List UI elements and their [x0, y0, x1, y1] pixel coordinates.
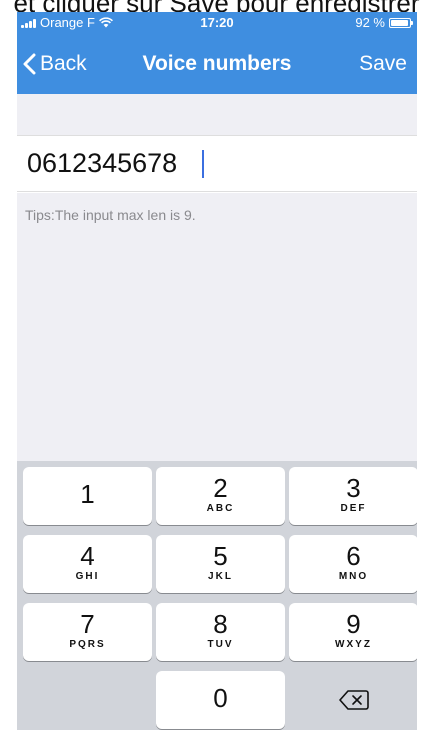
battery-percent: 92 %	[355, 15, 385, 30]
voice-number-input[interactable]	[27, 148, 202, 179]
voice-number-field[interactable]	[17, 136, 417, 192]
key-digit: 4	[80, 541, 95, 571]
numeric-keypad: 1 2 ABC 3 DEF 4 GHI 5 JKL 6 MNO 7 PQRS 8…	[17, 461, 417, 730]
key-letters: WXYZ	[335, 639, 372, 650]
key-5[interactable]: 5 JKL	[156, 535, 285, 593]
navigation-bar: Back Voice numbers Save	[17, 34, 417, 94]
tips-text: Tips:The input max len is 9.	[25, 207, 196, 223]
key-digit: 8	[213, 609, 228, 639]
key-digit: 7	[80, 609, 95, 639]
key-letters: MNO	[338, 571, 369, 582]
save-button[interactable]: Save	[359, 52, 407, 76]
key-digit: 5	[213, 541, 228, 571]
text-caret	[202, 149, 204, 178]
header-spacer	[17, 94, 417, 136]
key-digit: 6	[346, 541, 361, 571]
chevron-left-icon	[23, 53, 36, 75]
key-digit: 3	[346, 473, 361, 503]
key-0[interactable]: 0	[156, 671, 285, 729]
phone-screen: Orange F 17:20 92 % Back Voice numbers S…	[17, 12, 417, 730]
back-button[interactable]: Back	[23, 52, 87, 76]
key-letters: GHI	[75, 571, 100, 582]
key-letters: PQRS	[69, 639, 106, 650]
key-letters: ABC	[206, 503, 235, 514]
key-7[interactable]: 7 PQRS	[23, 603, 152, 661]
key-9[interactable]: 9 WXYZ	[289, 603, 417, 661]
key-3[interactable]: 3 DEF	[289, 467, 417, 525]
key-digit: 0	[213, 683, 228, 713]
key-letters: TUV	[207, 639, 234, 650]
tips-area: Tips:The input max len is 9.	[17, 193, 417, 461]
key-digit: 2	[213, 473, 228, 503]
key-8[interactable]: 8 TUV	[156, 603, 285, 661]
key-letters: JKL	[208, 571, 233, 582]
key-6[interactable]: 6 MNO	[289, 535, 417, 593]
key-4[interactable]: 4 GHI	[23, 535, 152, 593]
key-2[interactable]: 2 ABC	[156, 467, 285, 525]
battery-icon	[389, 17, 413, 28]
key-digit: 1	[80, 479, 95, 509]
status-bar: Orange F 17:20 92 %	[17, 12, 417, 34]
key-letters: DEF	[340, 503, 367, 514]
delete-button[interactable]	[289, 671, 417, 729]
key-1[interactable]: 1	[23, 467, 152, 525]
backspace-icon	[338, 690, 369, 710]
status-right: 92 %	[355, 15, 413, 30]
back-label: Back	[40, 52, 87, 75]
key-digit: 9	[346, 609, 361, 639]
